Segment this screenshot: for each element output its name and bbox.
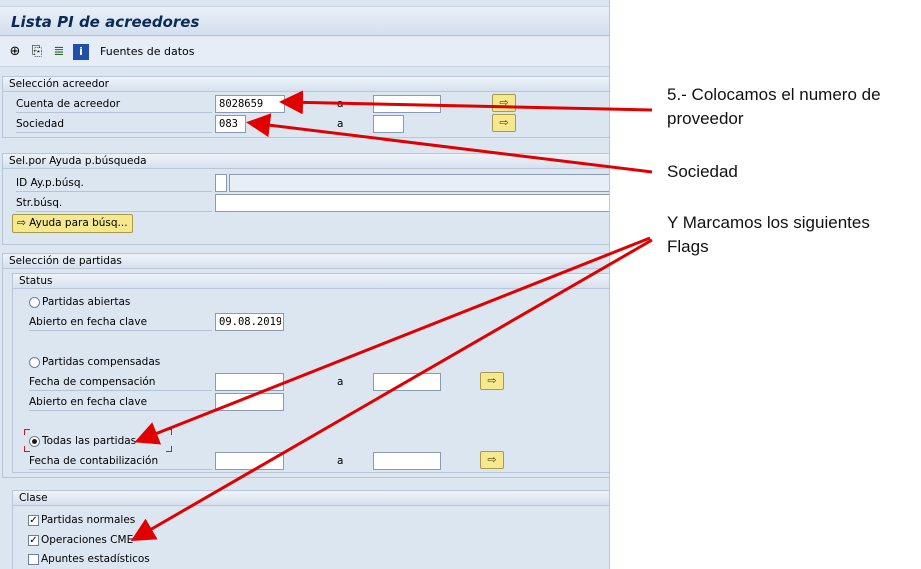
clearing-date-label: Fecha de compensación xyxy=(29,373,212,391)
account-to-input[interactable] xyxy=(373,95,441,113)
all-items-label: Todas las partidas xyxy=(42,435,137,447)
data-sources-button[interactable]: Fuentes de datos xyxy=(100,45,195,58)
page-title: Lista PI de acreedores xyxy=(11,13,200,31)
account-label: Cuenta de acreedor xyxy=(16,95,212,113)
account-from-input[interactable] xyxy=(215,95,285,113)
open-key-date-input[interactable] xyxy=(215,313,284,331)
sap-window: Lista PI de acreedores ⊕ ⎘ ≣ i Fuentes d… xyxy=(0,0,610,569)
title-bar: Lista PI de acreedores xyxy=(0,6,609,36)
application-toolbar: ⊕ ⎘ ≣ i Fuentes de datos xyxy=(0,37,609,67)
clearing-date-to-input[interactable] xyxy=(373,373,441,391)
all-items-radio[interactable] xyxy=(29,436,40,447)
search-help-button[interactable]: ⇨ Ayuda para búsq... xyxy=(12,214,133,233)
focus-corner xyxy=(24,429,30,435)
account-to-label: a xyxy=(337,98,344,110)
special-gl-label: Operaciones CME xyxy=(41,534,134,546)
company-to-input[interactable] xyxy=(373,115,404,133)
annotation-flags: Y Marcamos los siguientes Flags xyxy=(667,213,870,256)
focus-corner xyxy=(166,429,172,435)
variant-icon[interactable]: ⎘ xyxy=(29,44,45,60)
search-help-id-description xyxy=(229,174,609,192)
annotation-step5: 5.- Colocamos el numero de proveedor xyxy=(667,85,881,128)
cleared-key-date-label: Abierto en fecha clave xyxy=(29,393,212,411)
special-gl-checkbox[interactable]: ✓ xyxy=(28,535,39,546)
statistical-checkbox[interactable] xyxy=(28,554,39,565)
posting-date-from-input[interactable] xyxy=(215,452,284,470)
arrow-right-icon: ⇨ xyxy=(17,217,30,229)
open-items-label: Partidas abiertas xyxy=(42,296,131,308)
company-from-input[interactable] xyxy=(215,115,246,133)
company-multiple-selection-button[interactable]: ⇨ xyxy=(492,114,516,132)
group-title: Status xyxy=(13,274,609,289)
company-label: Sociedad xyxy=(16,115,212,133)
account-multiple-selection-button[interactable]: ⇨ xyxy=(492,94,516,112)
group-title: Selección acreedor xyxy=(3,77,609,92)
open-key-date-label: Abierto en fecha clave xyxy=(29,313,212,331)
group-title: Selección de partidas xyxy=(3,254,609,269)
clearing-date-from-input[interactable] xyxy=(215,373,284,391)
cleared-items-radio[interactable] xyxy=(29,357,40,368)
posting-date-to-input[interactable] xyxy=(373,452,441,470)
annotation-company: Sociedad xyxy=(667,162,738,181)
search-string-input[interactable] xyxy=(215,194,609,212)
search-help-button-label: Ayuda para búsq... xyxy=(29,217,128,229)
info-icon[interactable]: i xyxy=(73,44,89,60)
search-help-id-label: ID Ay.p.búsq. xyxy=(16,174,212,192)
posting-date-to-label: a xyxy=(337,455,344,467)
group-title: Sel.por Ayuda p.búsqueda xyxy=(3,154,609,169)
search-string-label: Str.búsq. xyxy=(16,194,212,212)
clearing-date-multiple-selection-button[interactable]: ⇨ xyxy=(480,372,504,390)
cleared-items-label: Partidas compensadas xyxy=(42,356,161,368)
group-title: Clase xyxy=(13,491,609,506)
cleared-key-date-input[interactable] xyxy=(215,393,284,411)
selection-options-icon[interactable]: ≣ xyxy=(51,44,67,60)
statistical-label: Apuntes estadísticos xyxy=(41,553,150,565)
clearing-date-to-label: a xyxy=(337,376,344,388)
posting-date-multiple-selection-button[interactable]: ⇨ xyxy=(480,451,504,469)
search-help-id-input[interactable] xyxy=(215,174,227,192)
normal-items-checkbox[interactable]: ✓ xyxy=(28,515,39,526)
open-items-radio[interactable] xyxy=(29,297,40,308)
posting-date-label: Fecha de contabilización xyxy=(29,452,212,470)
company-to-label: a xyxy=(337,118,344,130)
execute-icon[interactable]: ⊕ xyxy=(7,44,23,60)
normal-items-label: Partidas normales xyxy=(41,514,136,526)
